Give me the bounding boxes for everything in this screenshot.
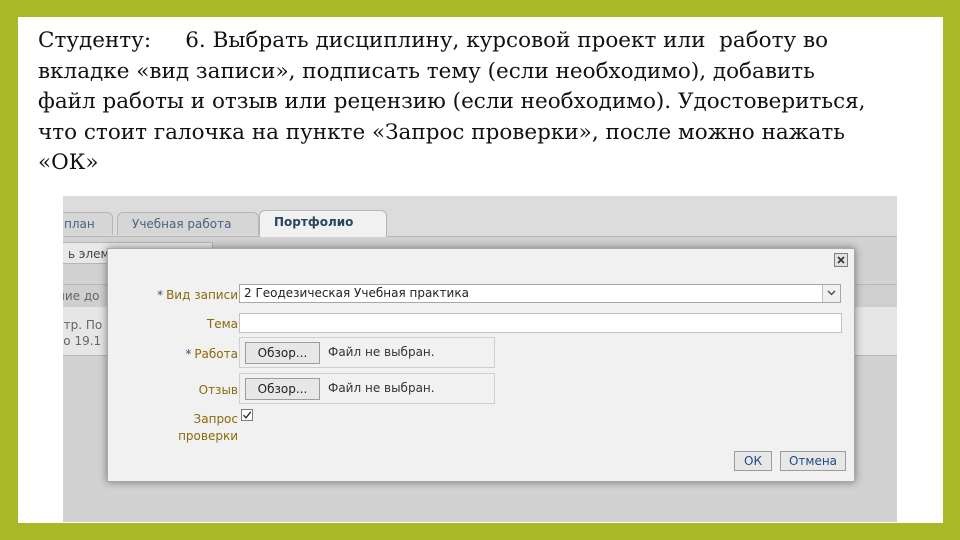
check-request-checkbox[interactable]: [241, 409, 253, 421]
instruction-line: файл работы и отзыв или рецензию (если н…: [38, 89, 866, 114]
required-marker: *: [157, 288, 164, 302]
instruction-line: «ОК»: [38, 150, 99, 175]
close-icon: [837, 256, 845, 264]
entry-type-label: * Вид записи: [157, 288, 238, 302]
cancel-button[interactable]: Отмена: [780, 451, 846, 471]
tab-study-work[interactable]: Учебная работа: [117, 212, 259, 235]
review-file-field: Обзор... Файл не выбран.: [239, 373, 495, 404]
work-label-text: Работа: [194, 347, 238, 361]
check-request-label-line: проверки: [178, 429, 238, 443]
close-button[interactable]: [834, 253, 848, 267]
chevron-down-icon: [827, 290, 836, 296]
instruction-line: Студенту: 6. Выбрать дисциплину, курсово…: [38, 28, 829, 53]
checkmark-icon: [243, 411, 252, 419]
screenshot-panel: план Учебная работа Портфолио ь элем ние…: [63, 196, 897, 522]
work-label: * Работа: [185, 347, 238, 361]
check-request-label: Запрос проверки: [178, 411, 238, 445]
tab-portfolio[interactable]: Портфолио: [259, 210, 387, 237]
add-entry-dialog: * Вид записи 2 Геодезическая Учебная прак…: [107, 248, 855, 482]
topic-label: Тема: [206, 317, 238, 331]
dropdown-button[interactable]: [822, 285, 840, 302]
topic-input[interactable]: [239, 313, 842, 333]
work-file-status: Файл не выбран.: [328, 345, 435, 359]
required-marker: *: [185, 347, 192, 361]
entry-type-value: 2 Геодезическая Учебная практика: [244, 286, 469, 300]
instruction-text: Студенту: 6. Выбрать дисциплину, курсово…: [38, 26, 918, 179]
column-header: ние до: [63, 289, 100, 303]
instruction-line: вкладке «вид записи», подписать тему (ес…: [38, 58, 815, 84]
ok-button[interactable]: ОК: [734, 451, 772, 471]
review-file-status: Файл не выбран.: [328, 381, 435, 395]
tab-bar: план Учебная работа Портфолио: [63, 196, 897, 237]
check-request-label-line: Запрос: [193, 412, 238, 426]
review-browse-button[interactable]: Обзор...: [245, 378, 320, 400]
instruction-line: что стоит галочка на пункте «Запрос пров…: [38, 119, 845, 145]
review-label: Отзыв: [198, 383, 238, 397]
work-file-field: Обзор... Файл не выбран.: [239, 337, 495, 368]
entry-type-select[interactable]: 2 Геодезическая Учебная практика: [239, 284, 841, 303]
entry-type-label-text: Вид записи: [166, 288, 238, 302]
work-browse-button[interactable]: Обзор...: [245, 342, 320, 364]
tab-plan[interactable]: план: [63, 212, 113, 235]
